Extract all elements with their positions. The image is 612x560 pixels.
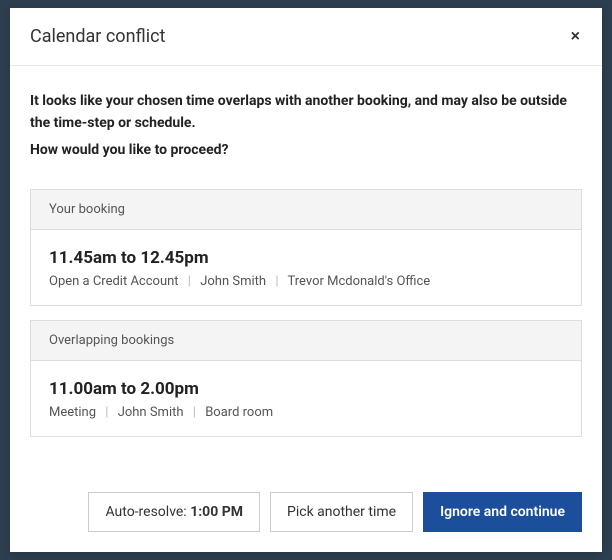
overlapping-booking-title: Meeting [49, 405, 96, 420]
ignore-continue-button[interactable]: Ignore and continue [423, 492, 582, 532]
calendar-conflict-modal: Calendar conflict × It looks like your c… [10, 8, 602, 552]
separator: | [188, 274, 191, 289]
intro-line-1: It looks like your chosen time overlaps … [30, 93, 567, 131]
overlapping-booking-time: 11.00am to 2.00pm [49, 379, 563, 399]
your-booking-person: John Smith [200, 274, 266, 289]
your-booking-box: Your booking 11.45am to 12.45pm Open a C… [30, 189, 582, 306]
modal-footer: Auto-resolve: 1:00 PM Pick another time … [10, 492, 602, 552]
pick-another-time-button[interactable]: Pick another time [270, 492, 413, 532]
your-booking-title: Open a Credit Account [49, 274, 179, 289]
modal-title: Calendar conflict [30, 26, 165, 47]
your-booking-location: Trevor Mcdonald's Office [287, 274, 430, 289]
separator: | [105, 405, 108, 420]
separator: | [193, 405, 196, 420]
overlapping-booking-box: Overlapping bookings 11.00am to 2.00pm M… [30, 320, 582, 437]
auto-resolve-label: Auto-resolve: [105, 504, 190, 520]
your-booking-details: Open a Credit Account | John Smith | Tre… [49, 274, 563, 289]
overlapping-booking-location: Board room [205, 405, 273, 420]
your-booking-time: 11.45am to 12.45pm [49, 248, 563, 268]
intro-line-2: How would you like to proceed? [30, 139, 582, 161]
overlapping-booking-header: Overlapping bookings [31, 321, 581, 361]
your-booking-header: Your booking [31, 190, 581, 230]
separator: | [275, 274, 278, 289]
overlapping-booking-content: 11.00am to 2.00pm Meeting | John Smith |… [31, 361, 581, 436]
overlapping-booking-details: Meeting | John Smith | Board room [49, 405, 563, 420]
auto-resolve-button[interactable]: Auto-resolve: 1:00 PM [88, 492, 260, 532]
auto-resolve-time: 1:00 PM [190, 504, 243, 520]
modal-header: Calendar conflict × [10, 8, 602, 66]
your-booking-content: 11.45am to 12.45pm Open a Credit Account… [31, 230, 581, 305]
intro-text: It looks like your chosen time overlaps … [30, 90, 582, 161]
close-button[interactable]: × [569, 29, 582, 45]
overlapping-booking-person: John Smith [118, 405, 184, 420]
modal-body: It looks like your chosen time overlaps … [10, 66, 602, 492]
